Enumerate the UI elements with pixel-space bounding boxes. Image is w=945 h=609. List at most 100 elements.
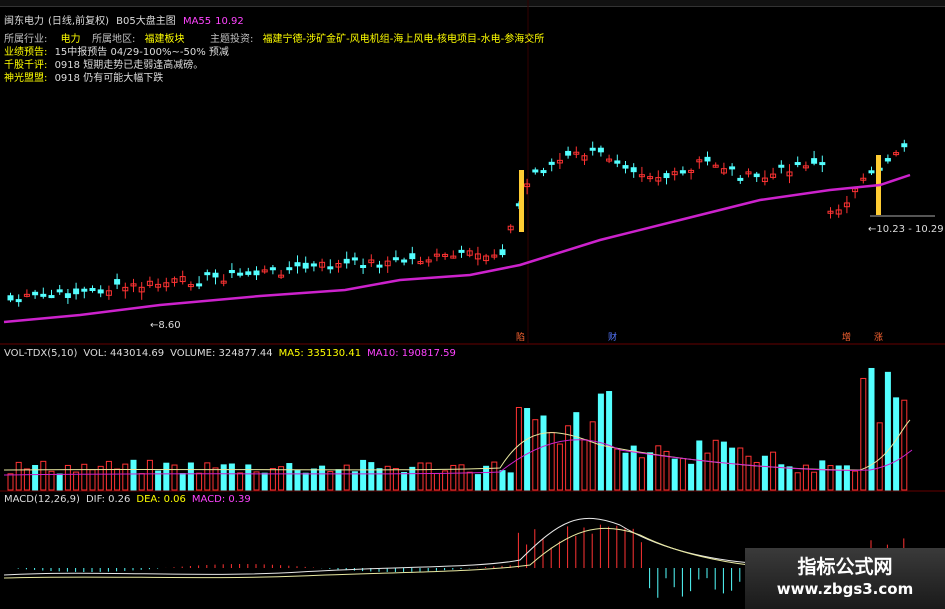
volume-bar <box>376 468 383 491</box>
signal-value: 0918 仍有可能大幅下跌 <box>54 73 164 84</box>
candle-body <box>89 288 96 292</box>
volume-bar <box>507 472 514 491</box>
volume-bar <box>770 451 777 491</box>
volume-bar <box>524 408 531 491</box>
volume-bar <box>171 464 178 491</box>
volume-bar <box>540 415 547 491</box>
candle-body <box>737 177 744 181</box>
volume-bar <box>704 452 711 491</box>
candle-body <box>40 293 47 297</box>
low-price: 8.60 <box>158 320 181 331</box>
volume-bar <box>228 463 235 491</box>
candle-body <box>548 161 555 165</box>
candle-body <box>48 295 55 299</box>
candle-body <box>597 147 604 153</box>
volume-bar <box>114 468 121 491</box>
volume-bar <box>491 461 498 491</box>
volume-bar <box>343 464 350 491</box>
candle-body <box>15 299 22 303</box>
candle-body <box>343 258 350 264</box>
volume-bar <box>138 473 145 491</box>
volume-bar <box>819 460 826 491</box>
info-row-theme: 主题投资: 福建宁德-涉矿金矿-风电机组-海上风电-核电项目-水电-参海交所 <box>210 30 544 45</box>
macd-value: MACD: 0.39 <box>191 494 251 505</box>
volume-bar <box>876 422 883 491</box>
event-marker[interactable]: 涨 <box>872 330 885 343</box>
candle-body <box>540 170 547 174</box>
candle-body <box>376 264 383 268</box>
macd-indicator-name: MACD(12,26,9) <box>4 494 80 505</box>
volume-bar <box>811 471 818 491</box>
candle-body <box>532 169 539 173</box>
volume-bar <box>212 467 219 491</box>
ma55-line <box>3 173 911 324</box>
candle-body <box>360 265 367 269</box>
volume-indicator-header: VOL-TDX(5,10) VOL: 443014.69 VOLUME: 32487… <box>4 348 462 359</box>
volume-bar <box>753 461 760 491</box>
volume-bar <box>187 462 194 491</box>
event-marker[interactable]: 财 <box>606 330 619 343</box>
volume-bar <box>32 465 39 491</box>
volume-bar <box>729 447 736 491</box>
stock-chart-canvas[interactable] <box>0 0 945 609</box>
macd-dif-value: DIF: 0.26 <box>85 494 131 505</box>
high-range-annotation: ←10.23 - 10.29 <box>868 224 944 235</box>
volume-bar <box>122 463 129 491</box>
volume-bar <box>901 399 908 491</box>
candle-body <box>7 295 14 301</box>
volume-bar <box>679 458 686 491</box>
volume-bar <box>302 472 309 491</box>
candle-body <box>392 257 399 261</box>
volume-bar <box>556 443 563 491</box>
candle-body <box>32 291 39 296</box>
template-label: B05大盘主图 <box>116 16 176 27</box>
signal-label: 神光盟盟: <box>4 73 48 84</box>
candle-body <box>64 293 71 298</box>
volume-bar <box>647 452 654 491</box>
volume-bar <box>483 465 490 491</box>
volume-bar <box>261 472 268 491</box>
volume-bar <box>73 471 80 491</box>
candle-body <box>245 271 252 275</box>
candle-body <box>565 150 572 156</box>
info-row-signal: 神光盟盟: 0918 仍有可能大幅下跌 <box>4 69 163 84</box>
low-price-annotation: ←8.60 <box>150 320 181 331</box>
volume-bar <box>351 471 358 491</box>
volume-bar <box>466 471 473 491</box>
event-marker[interactable]: 增 <box>840 330 853 343</box>
candle-body <box>729 166 736 170</box>
volume-bar <box>712 439 719 491</box>
volume-bar <box>663 450 670 491</box>
vol-indicator-name: VOL-TDX(5,10) <box>4 348 78 359</box>
event-marker[interactable]: 陷 <box>514 330 527 343</box>
candle-body <box>81 288 88 292</box>
candle-body <box>794 162 801 166</box>
candle-body <box>679 170 686 174</box>
volume-bar <box>163 462 170 491</box>
candle-body <box>196 283 203 287</box>
volume-bar <box>81 463 88 491</box>
watermark-url: www.zbgs3.com <box>776 580 914 598</box>
stock-name: 闽东电力 <box>4 16 44 27</box>
volume-bar <box>474 474 481 491</box>
volume-bar <box>269 468 276 491</box>
limit-up-bar <box>519 170 524 232</box>
volume-bar <box>606 391 613 491</box>
candle-body <box>327 266 334 270</box>
volume-bar <box>499 470 506 491</box>
volume-bar <box>7 473 14 491</box>
volume-bar <box>515 406 522 491</box>
volume-bar <box>884 371 891 491</box>
volume-bar <box>778 464 785 491</box>
volume-bar <box>786 466 793 491</box>
volume-bar <box>392 468 399 491</box>
period-label: (日线,前复权) <box>48 16 109 27</box>
candle-body <box>819 162 826 166</box>
vol-value: VOL: 443014.69 <box>83 348 165 359</box>
candle-body <box>212 272 219 278</box>
volume-bar <box>589 421 596 491</box>
volume-bar <box>688 463 695 491</box>
candle-body <box>622 165 629 169</box>
volume-bar <box>368 462 375 491</box>
volume-bar <box>433 473 440 491</box>
